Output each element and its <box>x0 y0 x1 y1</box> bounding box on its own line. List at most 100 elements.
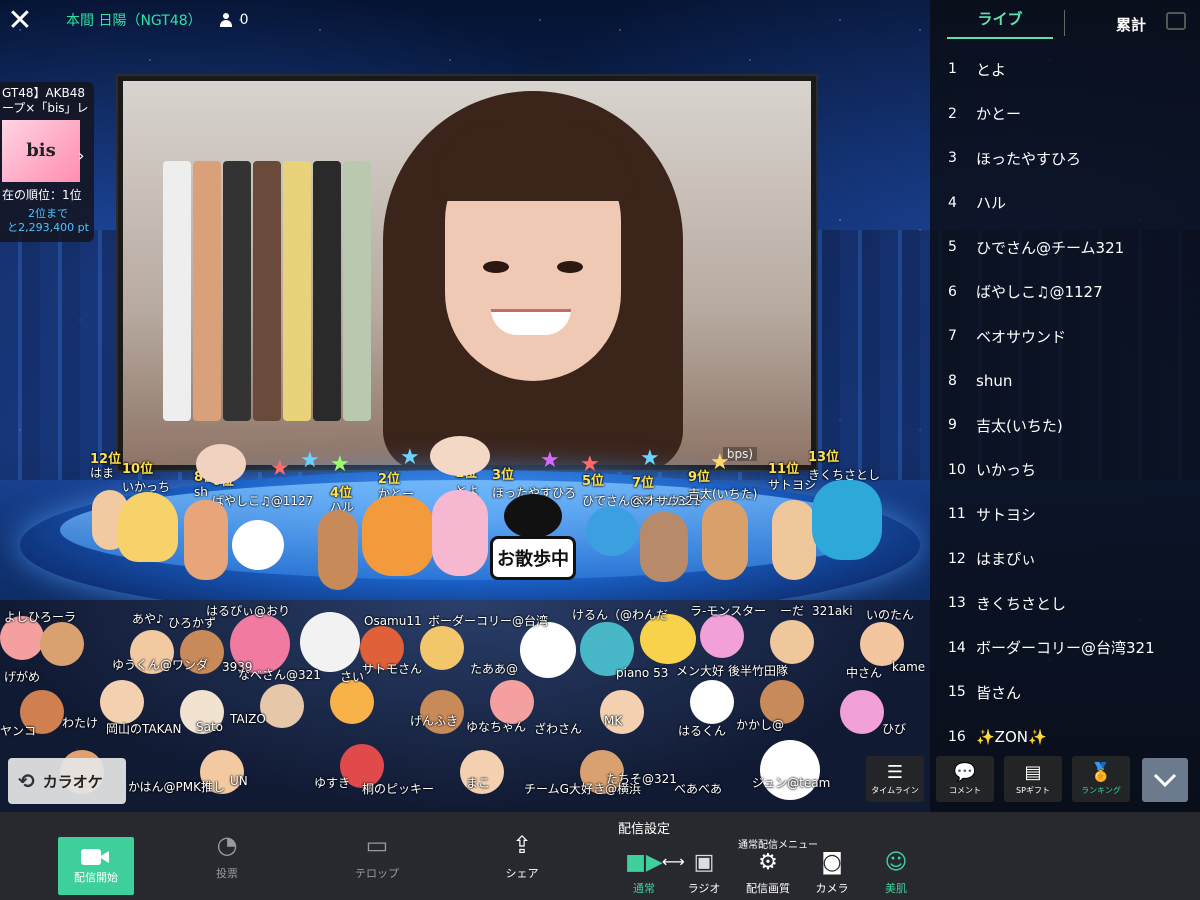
collapse-button[interactable] <box>1142 758 1188 802</box>
refresh-icon[interactable] <box>1166 12 1186 30</box>
avatar[interactable] <box>232 520 284 570</box>
avatar[interactable] <box>118 492 178 562</box>
comment-button[interactable]: 💬 コメント <box>936 756 994 802</box>
avatar[interactable] <box>640 512 688 582</box>
live-video: bps) <box>123 81 811 465</box>
audience-name[interactable]: まこ <box>466 774 490 791</box>
avatar[interactable] <box>586 506 638 556</box>
avatar[interactable] <box>772 500 816 580</box>
camera-switch-button[interactable]: ◙ カメラ <box>802 848 862 896</box>
telop-button[interactable]: ▭ テロップ <box>350 812 404 900</box>
event-banner[interactable]: GT48】AKB48 ープ×「bis」レ bis › 在の順位：1位 2位まで … <box>0 82 94 242</box>
ranking-row[interactable]: 15 皆さん <box>930 670 1200 715</box>
audience-name[interactable]: 321aki <box>812 604 853 618</box>
audience-name[interactable]: UN <box>230 774 248 788</box>
audience-name[interactable]: かはん@PMK推し <box>128 778 225 795</box>
ranking-row[interactable]: 14 ボーダーコリー@台湾321 <box>930 626 1200 671</box>
audience-name[interactable]: わたけ <box>62 714 98 731</box>
ranking-row[interactable]: 8 shun <box>930 359 1200 404</box>
audience-name[interactable]: はるくん <box>678 722 726 739</box>
avatar[interactable] <box>812 480 882 560</box>
audience-name[interactable]: ボーダーコリー@台湾 <box>428 612 548 629</box>
ranking-row[interactable]: 16 ✨ZON✨ <box>930 715 1200 760</box>
audience-name[interactable]: げがめ <box>4 668 40 685</box>
audience-name[interactable]: Sato <box>196 720 223 734</box>
audience-name[interactable]: はるぴぃ@おり <box>206 602 290 619</box>
share-button[interactable]: ⇪ シェア <box>496 812 548 900</box>
audience-name[interactable]: たああ@ <box>470 660 518 677</box>
stage-user-name[interactable]: ばやしこ♫@1127 <box>212 492 313 509</box>
avatar[interactable] <box>318 510 358 590</box>
audience-name[interactable]: TAIZO <box>230 712 266 726</box>
ranking-row[interactable]: 3 ほったやすひろ <box>930 136 1200 181</box>
audience-name[interactable]: ヤンコ <box>0 722 36 739</box>
audience-name[interactable]: kame <box>892 660 925 674</box>
audience-name[interactable]: piano 53 <box>616 666 668 680</box>
audience-name[interactable]: Osamu11 <box>364 614 422 628</box>
audience-name[interactable]: かかし@ <box>736 716 784 733</box>
audience-name[interactable]: ラ-モンスター <box>690 602 766 619</box>
ranking-row[interactable]: 4 ハル <box>930 181 1200 226</box>
tab-total[interactable]: 累計 <box>1116 14 1146 35</box>
radio-mode-button[interactable]: ▣ ラジオ <box>674 848 734 896</box>
audience-name[interactable]: MK <box>604 714 622 728</box>
audience-name[interactable]: ジュン@team <box>752 774 830 791</box>
rank-user-name: ばやしこ♫@1127 <box>976 283 1103 302</box>
walking-sign[interactable]: お散歩中 <box>490 536 576 580</box>
audience-name[interactable]: 岡山のTAKAN <box>106 720 181 737</box>
stream-quality-button[interactable]: ⚙ 配信画質 <box>738 848 798 896</box>
ranking-row[interactable]: 10 いかっち <box>930 448 1200 493</box>
ranking-row[interactable]: 11 サトヨシ <box>930 492 1200 537</box>
sp-gift-button[interactable]: ▤ SPギフト <box>1004 756 1062 802</box>
audience-name[interactable]: さい <box>340 668 364 685</box>
ranking-row[interactable]: 12 はまぴぃ <box>930 537 1200 582</box>
audience-name[interactable]: あや♪ <box>132 610 164 627</box>
timeline-button[interactable]: ☰ タイムライン <box>866 756 924 802</box>
avatar[interactable] <box>362 496 434 576</box>
ranking-button[interactable]: 🏅 ランキング <box>1072 756 1130 802</box>
avatar[interactable] <box>702 500 748 580</box>
audience-name[interactable]: なべさん@321 <box>238 666 321 683</box>
audience-name[interactable]: たちそ@321 <box>606 770 677 787</box>
avatar[interactable] <box>504 494 562 538</box>
normal-mode-label: 通常 <box>633 882 655 895</box>
audience-name[interactable]: ゆうくん@ワンダ <box>112 656 208 673</box>
beauty-filter-button[interactable]: ☺ 美肌 <box>866 848 926 896</box>
avatar[interactable] <box>184 500 228 580</box>
audience-name[interactable]: 後半竹田隊 <box>728 662 788 679</box>
ranking-row[interactable]: 5 ひでさん@チーム321 <box>930 225 1200 270</box>
audience-name[interactable]: ゆすき <box>314 774 350 791</box>
ranking-row[interactable]: 7 ベオサウンド <box>930 314 1200 359</box>
audience-name[interactable]: けるん（@わんだ <box>572 606 668 623</box>
audience-name[interactable]: ゆなちゃん <box>466 718 526 735</box>
karaoke-button[interactable]: ⟲ カラオケ <box>8 758 126 804</box>
chevron-down-icon <box>1153 773 1177 787</box>
ranking-row[interactable]: 9 吉太(いちた) <box>930 403 1200 448</box>
audience-name[interactable]: べあべあ <box>674 780 722 797</box>
tab-live[interactable]: ライブ <box>947 8 1053 39</box>
start-broadcast-button[interactable]: 配信開始 <box>58 837 134 895</box>
close-button[interactable]: ✕ <box>0 0 40 40</box>
vote-button[interactable]: ◔ 投票 <box>202 812 252 900</box>
audience-name[interactable]: いのたん <box>866 606 914 623</box>
avatar[interactable] <box>432 490 488 576</box>
audience-name[interactable]: 中さん <box>846 664 882 681</box>
live-video-frame: bps) <box>118 76 816 470</box>
ranking-row[interactable]: 6 ばやしこ♫@1127 <box>930 270 1200 315</box>
audience-name[interactable]: サトモさん <box>362 660 422 677</box>
stage-user-name[interactable]: はま <box>90 464 114 481</box>
audience-name[interactable]: げんふき <box>410 712 458 729</box>
ranking-row[interactable]: 13 きくちさとし <box>930 581 1200 626</box>
ranking-row[interactable]: 2 かとー <box>930 92 1200 137</box>
audience-name[interactable]: よしひろーラ <box>4 608 76 625</box>
star-icon: ★ <box>400 445 420 470</box>
audience-name[interactable]: ーだ <box>780 602 804 619</box>
stage-user-name[interactable]: sh <box>194 485 208 499</box>
avatar[interactable] <box>196 444 246 484</box>
audience-name[interactable]: ひび <box>882 720 906 737</box>
audience-name[interactable]: 桐のピッキー <box>362 780 434 797</box>
audience-name[interactable]: メン大好 <box>676 662 724 679</box>
ranking-row[interactable]: 1 とよ <box>930 47 1200 92</box>
avatar[interactable] <box>430 436 490 476</box>
audience-name[interactable]: ざわさん <box>534 720 582 737</box>
